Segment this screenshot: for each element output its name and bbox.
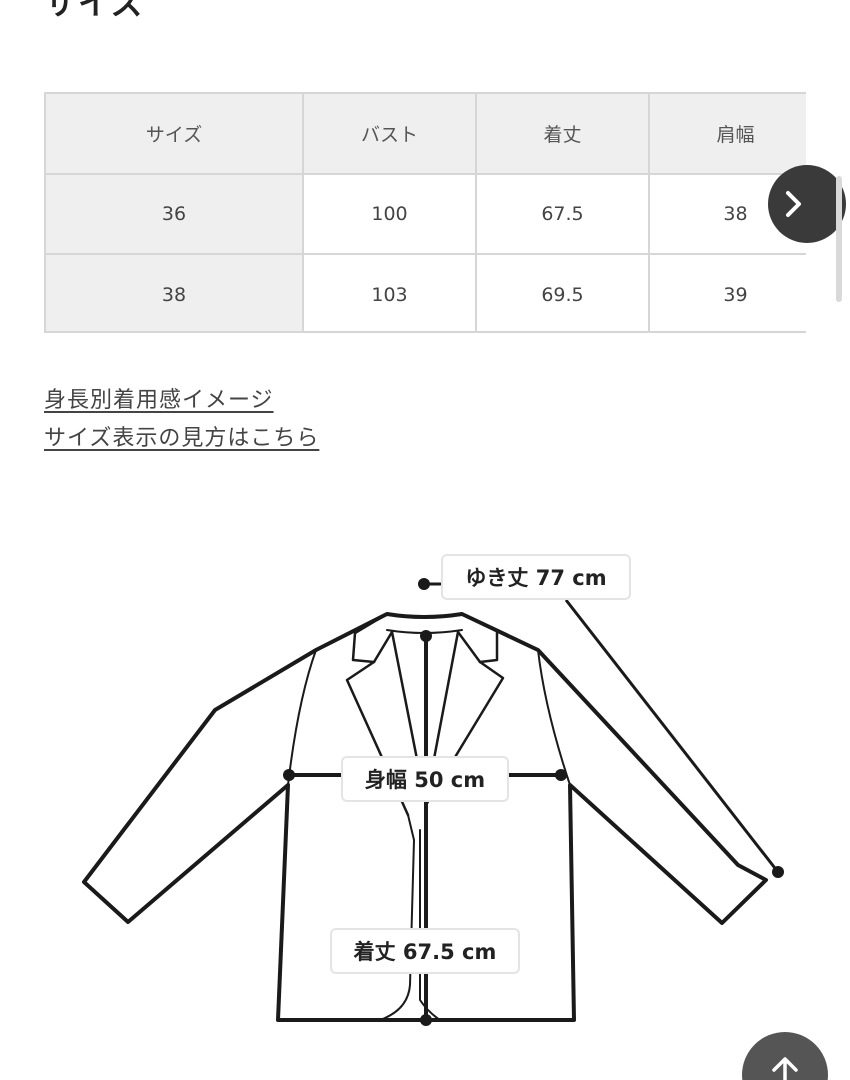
body-length-label: 着丈 67.5 cm xyxy=(330,928,520,974)
scrollbar[interactable] xyxy=(836,176,842,302)
jacket-diagram xyxy=(82,578,784,1026)
table-cell-size: 38 xyxy=(46,254,304,331)
fit-by-height-link[interactable]: 身長別着用感イメージ xyxy=(44,382,274,414)
column-header: サイズ xyxy=(46,94,304,175)
table-cell: 69.5 xyxy=(476,254,650,331)
close-icon xyxy=(768,0,808,14)
jacket-front-edge xyxy=(379,814,441,1021)
column-header: 肩幅 xyxy=(649,94,806,175)
table-cell-size: 36 xyxy=(46,174,304,255)
table-cell: 67.5 xyxy=(476,174,650,255)
close-button[interactable] xyxy=(768,0,808,14)
table-cell: 100 xyxy=(303,174,477,255)
table-row: 38 103 69.5 39 xyxy=(46,254,806,331)
table-row: 36 100 67.5 38 xyxy=(46,174,806,255)
column-header: バスト xyxy=(303,94,477,175)
table-cell: 39 xyxy=(649,254,806,331)
page-title: サイズ xyxy=(44,0,146,22)
size-guide-link[interactable]: サイズ表示の見方はこちら xyxy=(44,420,319,452)
table-scroll-next-button[interactable] xyxy=(768,165,846,243)
table-cell: 103 xyxy=(303,254,477,331)
column-header: 着丈 xyxy=(476,94,650,175)
sleeve-length-label: ゆき丈 77 cm xyxy=(441,554,631,600)
size-table-container[interactable]: サイズ バスト 着丈 肩幅 36 100 67.5 38 38 103 69.5… xyxy=(44,92,806,333)
table-header-row: サイズ バスト 着丈 肩幅 xyxy=(46,94,806,175)
chevron-right-icon xyxy=(786,191,801,217)
size-table: サイズ バスト 着丈 肩幅 36 100 67.5 38 38 103 69.5… xyxy=(46,94,806,331)
body-width-label: 身幅 50 cm xyxy=(341,756,509,802)
arrow-up-icon xyxy=(772,1057,798,1080)
